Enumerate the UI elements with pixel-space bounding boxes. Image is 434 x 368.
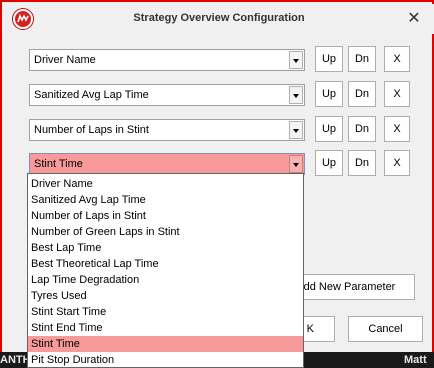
move-down-button[interactable]: Dn: [348, 81, 376, 107]
dialog-title: Strategy Overview Configuration: [133, 12, 305, 24]
chevron-down-icon[interactable]: [289, 155, 303, 173]
background-label-right: Matt: [404, 354, 427, 366]
move-down-button[interactable]: Dn: [348, 46, 376, 72]
parameter-select-3[interactable]: Number of Laps in Stint: [29, 119, 305, 141]
dropdown-option[interactable]: Pit Stop Duration: [28, 352, 303, 367]
remove-button[interactable]: X: [384, 46, 410, 72]
move-down-button[interactable]: Dn: [348, 150, 376, 176]
chevron-down-icon[interactable]: [289, 121, 303, 139]
dropdown-option[interactable]: Best Lap Time: [28, 240, 303, 256]
move-up-button[interactable]: Up: [315, 81, 343, 107]
move-down-button[interactable]: Dn: [348, 116, 376, 142]
dropdown-option[interactable]: Lap Time Degradation: [28, 272, 303, 288]
move-up-button[interactable]: Up: [315, 116, 343, 142]
dropdown-option[interactable]: Stint End Time: [28, 320, 303, 336]
parameter-select-1[interactable]: Driver Name: [29, 49, 305, 71]
chevron-down-icon[interactable]: [289, 86, 303, 104]
chevron-down-icon[interactable]: [289, 51, 303, 69]
close-icon[interactable]: ✕: [404, 9, 424, 29]
dropdown-option[interactable]: Stint Start Time: [28, 304, 303, 320]
parameter-select-value: Driver Name: [34, 54, 96, 66]
parameter-select-value: Sanitized Avg Lap Time: [34, 89, 149, 101]
move-up-button[interactable]: Up: [315, 46, 343, 72]
remove-button[interactable]: X: [384, 150, 410, 176]
parameter-dropdown-list: Driver Name Sanitized Avg Lap Time Numbe…: [27, 173, 304, 368]
dropdown-option[interactable]: Tyres Used: [28, 288, 303, 304]
parameter-select-2[interactable]: Sanitized Avg Lap Time: [29, 84, 305, 106]
remove-button[interactable]: X: [384, 81, 410, 107]
dropdown-option[interactable]: Sanitized Avg Lap Time: [28, 192, 303, 208]
dropdown-option[interactable]: Number of Laps in Stint: [28, 208, 303, 224]
background-label-left: ANTH: [0, 354, 31, 366]
dropdown-option[interactable]: Driver Name: [28, 176, 303, 192]
dropdown-option[interactable]: Number of Green Laps in Stint: [28, 224, 303, 240]
parameter-select-value: Stint Time: [34, 158, 83, 170]
cancel-button[interactable]: Cancel: [348, 316, 423, 342]
remove-button[interactable]: X: [384, 116, 410, 142]
parameter-select-4[interactable]: Stint Time: [29, 153, 305, 175]
dropdown-option-selected[interactable]: Stint Time: [28, 336, 303, 352]
title-bar: Strategy Overview Configuration ✕: [4, 4, 434, 34]
parameter-select-value: Number of Laps in Stint: [34, 124, 149, 136]
move-up-button[interactable]: Up: [315, 150, 343, 176]
dropdown-option[interactable]: Best Theoretical Lap Time: [28, 256, 303, 272]
